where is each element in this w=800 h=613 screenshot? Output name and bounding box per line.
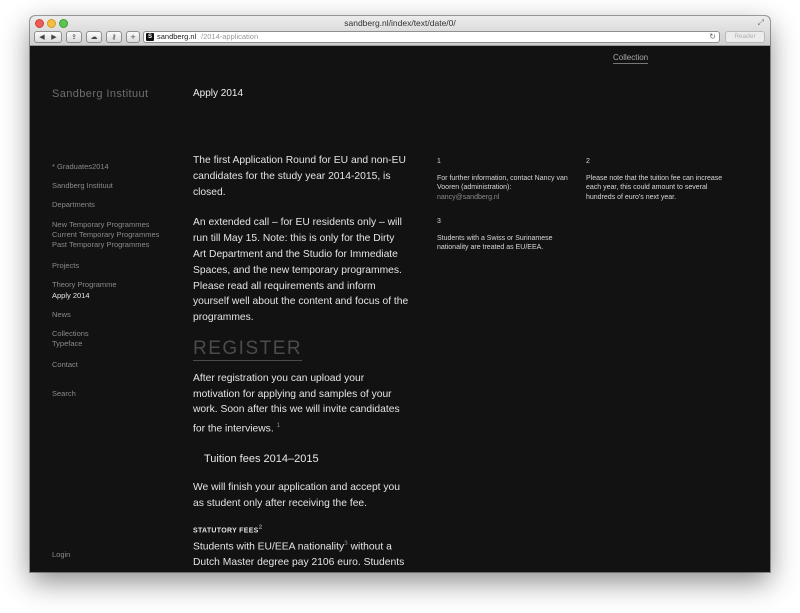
- nav-past-temporary-programmes[interactable]: Past Temporary Programmes: [52, 240, 149, 251]
- registration-text: After registration you can upload your m…: [193, 372, 400, 435]
- main-content: The first Application Round for EU and n…: [193, 153, 409, 572]
- register-heading[interactable]: REGISTER: [193, 339, 303, 361]
- footnote-ref-1[interactable]: 1: [277, 422, 281, 429]
- forward-icon[interactable]: ▶: [48, 32, 60, 42]
- footnote-2-number: 2: [586, 158, 590, 165]
- reader-button[interactable]: Reader: [725, 31, 765, 43]
- address-bar[interactable]: S sandberg.nl /2014-application ↻: [143, 31, 720, 43]
- nav-collections[interactable]: Collections: [52, 329, 89, 340]
- footnote-1-number: 1: [437, 158, 441, 165]
- reload-icon[interactable]: ↻: [709, 32, 716, 42]
- tuition-heading: Tuition fees 2014–2015: [204, 453, 319, 466]
- login-link[interactable]: Login: [52, 550, 70, 559]
- nav-projects[interactable]: Projects: [52, 261, 79, 272]
- statutory-fees-label: STATUTORY FEES2: [193, 523, 409, 536]
- add-icon[interactable]: +: [126, 31, 140, 43]
- key-icon[interactable]: ⚷: [106, 31, 122, 43]
- browser-titlebar: sandberg.nl/index/text/date/0/ ⤢ ◀ ▶ ⇪ ☁ …: [30, 16, 770, 46]
- url-domain: sandberg.nl: [157, 32, 197, 41]
- nav-new-temporary-programmes[interactable]: New Temporary Programmes: [52, 220, 149, 231]
- footnote-2-text: Please note that the tuition fee can inc…: [586, 174, 723, 201]
- nav-current-temporary-programmes[interactable]: Current Temporary Programmes: [52, 230, 159, 241]
- footnote-3-number: 3: [437, 218, 441, 225]
- collection-link[interactable]: Collection: [613, 53, 649, 64]
- registration-paragraph: After registration you can upload your m…: [193, 371, 409, 438]
- statutory-fees-paragraph: Students with EU/EEA nationality3 withou…: [193, 536, 409, 572]
- back-forward-buttons: ◀ ▶: [34, 31, 62, 43]
- share-icon[interactable]: ⇪: [66, 31, 82, 43]
- nav-departments[interactable]: Departments: [52, 200, 95, 211]
- statutory-fees-text-a: Students with EU/EEA nationality: [193, 541, 345, 553]
- footnote-ref-2[interactable]: 2: [259, 524, 263, 531]
- site-favicon-icon: S: [146, 33, 154, 41]
- nav-apply-2014[interactable]: Apply 2014: [52, 291, 90, 302]
- resize-icon[interactable]: ⤢: [758, 18, 764, 28]
- nav-contact[interactable]: Contact: [52, 360, 78, 371]
- nav-news[interactable]: News: [52, 310, 71, 321]
- nav-typeface[interactable]: Typeface: [52, 339, 82, 350]
- url-path: /2014-application: [201, 32, 259, 41]
- nav-graduates[interactable]: * Graduates2014: [52, 162, 109, 173]
- footnote-2: 2 Please note that the tuition fee can i…: [586, 157, 726, 202]
- site-name-logo[interactable]: Sandberg Instituut: [52, 88, 148, 100]
- nav-search[interactable]: Search: [52, 389, 76, 400]
- back-icon[interactable]: ◀: [36, 32, 48, 42]
- footnote-1: 1 For further information, contact Nancy…: [437, 157, 573, 202]
- footnote-3-text: Students with a Swiss or Surinamese nati…: [437, 234, 553, 252]
- window-title: sandberg.nl/index/text/date/0/: [344, 18, 456, 28]
- footnote-1-email-link[interactable]: nancy@sandberg.nl: [437, 194, 499, 201]
- footnote-1-text: For further information, contact Nancy v…: [437, 174, 568, 192]
- footnote-3: 3 Students with a Swiss or Surinamese na…: [437, 217, 573, 253]
- icloud-icon[interactable]: ☁: [86, 31, 102, 43]
- nav-institute[interactable]: Sandberg Instituut: [52, 181, 113, 192]
- browser-window: sandberg.nl/index/text/date/0/ ⤢ ◀ ▶ ⇪ ☁ …: [30, 16, 770, 572]
- web-page: Collection Sandberg Instituut Apply 2014…: [30, 47, 770, 572]
- fee-paragraph: We will finish your application and acce…: [193, 482, 401, 509]
- nav-theory-programme[interactable]: Theory Programme: [52, 280, 117, 291]
- page-title: Apply 2014: [193, 88, 244, 99]
- statutory-fees-text: STATUTORY FEES: [193, 527, 259, 535]
- extended-call-paragraph: An extended call – for EU residents only…: [193, 217, 409, 324]
- intro-paragraph: The first Application Round for EU and n…: [193, 155, 406, 198]
